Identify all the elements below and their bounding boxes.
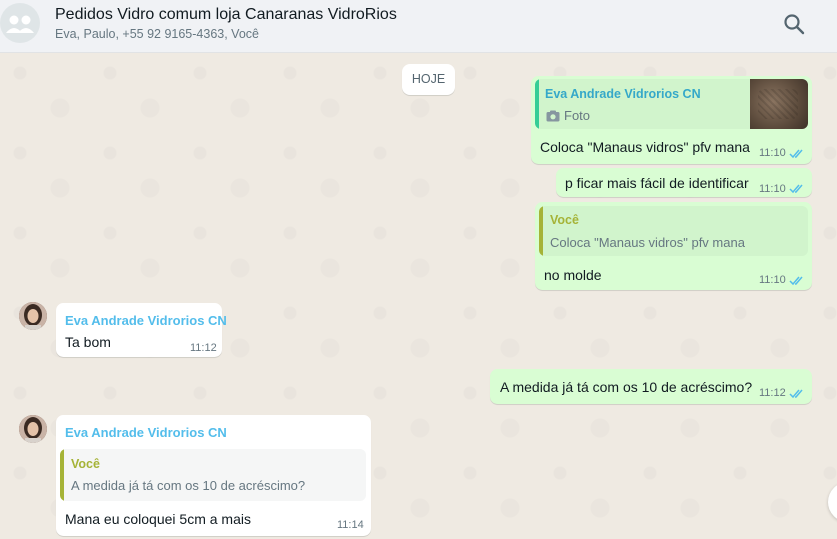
quote-text: A medida já tá com os 10 de acréscimo? <box>71 478 306 493</box>
quote-author: Eva Andrade Vidrorios CN <box>545 87 701 101</box>
sender-avatar[interactable] <box>19 415 47 443</box>
quote-bar <box>60 449 64 501</box>
message-time: 11:12 <box>759 387 786 399</box>
message-text: Coloca "Manaus vidros" pfv mana <box>540 139 750 155</box>
message-bubble-incoming[interactable]: Eva Andrade Vidrorios CN Ta bom 11:12 <box>56 303 227 357</box>
message-bubble-outgoing[interactable]: p ficar mais fácil de identificar 11:10 <box>556 168 812 197</box>
scroll-down-button[interactable] <box>828 482 837 522</box>
message-text: no molde <box>544 267 602 283</box>
message-text: Mana eu coloquei 5cm a mais <box>65 511 251 527</box>
message-time: 11:10 <box>759 274 786 286</box>
quote-photo-thumbnail[interactable] <box>750 79 808 129</box>
message-bubble-outgoing[interactable]: Eva Andrade Vidrorios CN Foto Coloca "Ma… <box>531 76 812 164</box>
quote-text: Coloca "Manaus vidros" pfv mana <box>550 235 745 250</box>
chat-header[interactable]: Pedidos Vidro comum loja Canaranas Vidro… <box>0 0 837 53</box>
read-receipt-icon <box>789 184 803 194</box>
quote-bar <box>539 206 543 256</box>
sender-avatar[interactable] <box>19 302 47 330</box>
sender-name[interactable]: Eva Andrade Vidrorios CN <box>65 425 227 440</box>
message-time: 11:10 <box>759 183 786 195</box>
quoted-message[interactable]: Você Coloca "Manaus vidros" pfv mana <box>539 206 808 256</box>
message-bubble-outgoing[interactable]: A medida já tá com os 10 de acréscimo? 1… <box>490 369 812 404</box>
message-time: 11:12 <box>190 342 217 354</box>
read-receipt-icon <box>789 276 803 286</box>
message-time: 11:10 <box>759 147 786 159</box>
chat-title[interactable]: Pedidos Vidro comum loja Canaranas Vidro… <box>55 6 397 24</box>
search-icon[interactable] <box>782 12 808 38</box>
group-avatar-icon[interactable] <box>0 3 40 43</box>
sender-name[interactable]: Eva Andrade Vidrorios CN <box>65 313 227 328</box>
quote-media-label: Foto <box>564 108 591 123</box>
message-text: Ta bom <box>65 334 111 350</box>
message-time: 11:14 <box>337 519 364 531</box>
message-text: A medida já tá com os 10 de acréscimo? <box>500 379 753 395</box>
quote-bar <box>535 79 539 129</box>
message-text: p ficar mais fácil de identificar <box>565 175 749 191</box>
quoted-message[interactable]: Eva Andrade Vidrorios CN Foto <box>535 79 808 129</box>
chat-participants[interactable]: Eva, Paulo, +55 92 9165-4363, Você <box>55 27 259 41</box>
quote-author: Você <box>71 457 100 471</box>
read-receipt-icon <box>789 389 803 399</box>
read-receipt-icon <box>789 149 803 159</box>
camera-icon <box>546 109 560 122</box>
quoted-message[interactable]: Você A medida já tá com os 10 de acrésci… <box>60 449 366 501</box>
message-bubble-incoming[interactable]: Eva Andrade Vidrorios CN Você A medida j… <box>56 415 371 536</box>
quote-author: Você <box>550 213 579 227</box>
message-list[interactable]: HOJE Eva Andrade Vidrorios CN Foto Coloc… <box>0 53 837 539</box>
day-separator: HOJE <box>402 64 455 95</box>
message-bubble-outgoing[interactable]: Você Coloca "Manaus vidros" pfv mana no … <box>535 202 812 290</box>
